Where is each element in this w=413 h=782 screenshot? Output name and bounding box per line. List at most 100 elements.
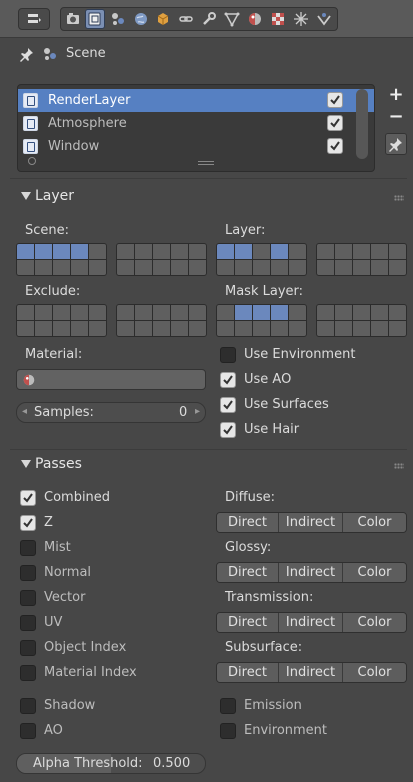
- list-scrollbar[interactable]: [356, 89, 368, 159]
- material-icon: [23, 374, 35, 386]
- scene-layer-grid[interactable]: [116, 243, 207, 276]
- environment-pass-checkbox[interactable]: [220, 723, 236, 739]
- physics-tab[interactable]: [314, 9, 334, 29]
- transmission-direct-button[interactable]: Direct: [217, 613, 279, 632]
- use-environment-checkbox[interactable]: [220, 347, 236, 363]
- use-surfaces-checkbox[interactable]: [220, 397, 236, 413]
- use-ao-checkbox[interactable]: [220, 372, 236, 388]
- data-icon: [224, 12, 240, 27]
- drag-handle-icon[interactable]: [394, 195, 404, 201]
- normal-pass-checkbox[interactable]: [20, 565, 36, 581]
- modifiers-icon: [203, 12, 216, 25]
- list-filter-icon[interactable]: [28, 157, 36, 165]
- diffuse-direct-button[interactable]: Direct: [217, 513, 279, 532]
- z-pass-label: Z: [44, 515, 53, 530]
- scene-tab[interactable]: [108, 9, 128, 29]
- pin-layer-button[interactable]: [385, 133, 407, 155]
- mist-pass-label: Mist: [44, 540, 71, 555]
- use-ao-label: Use AO: [244, 372, 292, 387]
- subsurface-indirect-button[interactable]: Indirect: [279, 663, 343, 682]
- exclude-layer-grid[interactable]: [16, 304, 107, 337]
- glossy-indirect-button[interactable]: Indirect: [279, 563, 343, 582]
- particles-icon: [294, 12, 308, 26]
- combined-pass-label: Combined: [44, 490, 111, 505]
- vector-pass-label: Vector: [44, 590, 86, 605]
- environment-pass-label: Environment: [244, 723, 328, 738]
- alpha-threshold-label: Alpha Threshold:: [33, 756, 143, 771]
- material-override-field[interactable]: [16, 369, 206, 390]
- modifiers-tab[interactable]: [199, 9, 219, 29]
- combined-pass-checkbox[interactable]: [20, 490, 36, 506]
- render-layers-icon: [88, 12, 101, 26]
- object-tab[interactable]: [153, 9, 173, 29]
- list-item[interactable]: Window: [18, 135, 374, 158]
- list-item[interactable]: Atmosphere: [18, 112, 374, 135]
- world-icon: [135, 13, 147, 25]
- uv-pass-label: UV: [44, 615, 63, 630]
- object-index-pass-checkbox[interactable]: [20, 640, 36, 656]
- mask-layer-grid[interactable]: [216, 304, 307, 337]
- render-layer-icon: [23, 116, 38, 131]
- subsurface-direct-button[interactable]: Direct: [217, 663, 279, 682]
- decrement-arrow-icon[interactable]: ◂: [22, 404, 27, 420]
- editor-type-icon: [28, 14, 41, 23]
- pin-icon: [389, 138, 402, 152]
- constraints-icon: [179, 16, 193, 22]
- layer-enabled-checkbox[interactable]: [327, 138, 343, 154]
- diffuse-label: Diffuse:: [225, 490, 275, 505]
- glossy-color-button[interactable]: Color: [343, 563, 406, 582]
- diffuse-color-button[interactable]: Color: [343, 513, 406, 532]
- layer-label: Layer:: [225, 223, 266, 238]
- render-tab[interactable]: [63, 9, 83, 29]
- glossy-direct-button[interactable]: Direct: [217, 563, 279, 582]
- drag-handle-icon[interactable]: [394, 463, 404, 469]
- increment-arrow-icon[interactable]: ▸: [195, 404, 200, 420]
- subsurface-color-button[interactable]: Color: [343, 663, 406, 682]
- layer-enabled-checkbox[interactable]: [327, 92, 343, 108]
- remove-layer-button[interactable]: −: [385, 106, 407, 127]
- render-layers-tab[interactable]: [85, 9, 105, 29]
- render-layer-icon: [23, 139, 38, 154]
- render-layers-list: RenderLayer Atmosphere Window: [17, 84, 375, 172]
- mask-layer-grid[interactable]: [316, 304, 407, 337]
- list-resize-handle[interactable]: [198, 161, 214, 165]
- layer-enabled-checkbox[interactable]: [327, 115, 343, 131]
- physics-icon: [317, 13, 331, 26]
- uv-pass-checkbox[interactable]: [20, 615, 36, 631]
- scene-layers-label: Scene:: [25, 223, 70, 238]
- editor-type-button[interactable]: [18, 8, 50, 30]
- texture-tab[interactable]: [268, 9, 288, 29]
- scene-layer-grid[interactable]: [16, 243, 107, 276]
- passes-panel-collapse-icon[interactable]: [21, 460, 31, 468]
- exclude-layer-grid[interactable]: [116, 304, 207, 337]
- vector-pass-checkbox[interactable]: [20, 590, 36, 606]
- particles-tab[interactable]: [291, 9, 311, 29]
- mist-pass-checkbox[interactable]: [20, 540, 36, 556]
- z-pass-checkbox[interactable]: [20, 515, 36, 531]
- pin-icon[interactable]: [19, 46, 35, 62]
- ao-pass-checkbox[interactable]: [20, 723, 36, 739]
- list-item[interactable]: RenderLayer: [18, 89, 374, 112]
- diffuse-indirect-button[interactable]: Indirect: [279, 513, 343, 532]
- glossy-buttons: Direct Indirect Color: [216, 562, 407, 583]
- render-layer-grid[interactable]: [216, 243, 307, 276]
- samples-field[interactable]: ◂ Samples: 0 ▸: [16, 402, 206, 423]
- transmission-color-button[interactable]: Color: [343, 613, 406, 632]
- world-tab[interactable]: [131, 9, 151, 29]
- render-icon: [67, 13, 79, 24]
- alpha-threshold-slider[interactable]: Alpha Threshold: 0.500: [16, 753, 206, 774]
- material-tab[interactable]: [245, 9, 265, 29]
- data-tab[interactable]: [222, 9, 242, 29]
- shadow-pass-checkbox[interactable]: [20, 698, 36, 714]
- constraints-tab[interactable]: [176, 9, 196, 29]
- add-layer-button[interactable]: +: [385, 84, 407, 105]
- emission-pass-checkbox[interactable]: [220, 698, 236, 714]
- material-index-pass-checkbox[interactable]: [20, 665, 36, 681]
- transmission-indirect-button[interactable]: Indirect: [279, 613, 343, 632]
- layer-panel-title[interactable]: Layer: [35, 188, 74, 204]
- use-hair-checkbox[interactable]: [220, 422, 236, 438]
- render-layer-grid[interactable]: [316, 243, 407, 276]
- passes-panel-title[interactable]: Passes: [35, 456, 82, 472]
- object-index-pass-label: Object Index: [44, 640, 127, 655]
- layer-panel-collapse-icon[interactable]: [21, 192, 31, 200]
